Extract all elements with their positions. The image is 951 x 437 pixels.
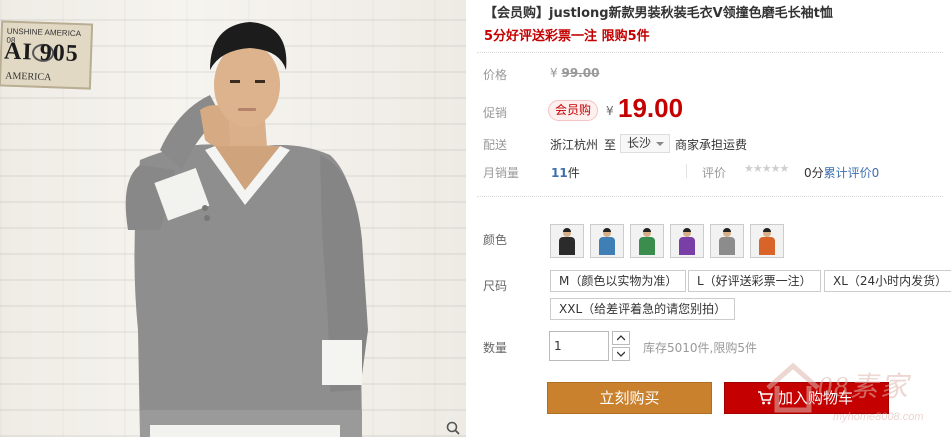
swatch-thumbnail	[719, 228, 735, 255]
color-label: 颜色	[483, 233, 508, 247]
add-to-cart-button[interactable]: 加入购物车	[724, 382, 889, 414]
total-reviews-link[interactable]: 累计评价0	[824, 166, 880, 180]
destination-city-value: 长沙	[627, 136, 652, 150]
price-label: 价格	[483, 68, 508, 82]
chevron-down-icon	[617, 351, 625, 357]
ship-to-word: 至	[604, 138, 617, 152]
swatch-thumbnail	[599, 228, 615, 255]
shipping-label: 配送	[483, 138, 508, 152]
color-swatch-gray[interactable]	[710, 224, 744, 258]
color-swatch-purple[interactable]	[670, 224, 704, 258]
divider	[686, 164, 687, 178]
size-option-m[interactable]: M（颜色以实物为准）	[550, 270, 687, 292]
destination-city-select[interactable]: 长沙	[620, 134, 671, 153]
shipping-fee-note: 商家承担运费	[675, 138, 748, 152]
model-figure	[125, 22, 368, 437]
color-swatch-orange[interactable]	[750, 224, 784, 258]
color-swatch-blue[interactable]	[590, 224, 624, 258]
rating-label: 评价	[702, 166, 727, 180]
vip-badge: 会员购	[548, 100, 599, 121]
color-swatch-black[interactable]	[550, 224, 584, 258]
rating-score: 0分	[804, 166, 824, 180]
sales-count: 11	[551, 166, 568, 180]
chevron-up-icon	[617, 335, 625, 341]
currency-symbol: ¥	[606, 104, 614, 118]
buy-now-button[interactable]: 立刻购买	[547, 382, 712, 414]
divider	[477, 52, 943, 53]
size-option-xl[interactable]: XL（24小时内发货）	[824, 270, 951, 292]
size-label: 尺码	[483, 279, 508, 293]
product-info-panel: 【会员购】justlong新款男装秋装毛衣V领撞色磨毛长袖t恤 5分好评送彩票一…	[477, 0, 951, 437]
zoom-icon[interactable]	[446, 421, 460, 435]
swatch-sweater	[559, 237, 575, 255]
swatch-sweater	[679, 237, 695, 255]
swatch-sweater	[759, 237, 775, 255]
swatch-thumbnail	[639, 228, 655, 255]
cart-icon	[758, 391, 773, 405]
swatch-hair	[763, 228, 771, 232]
swatch-thumbnail	[559, 228, 575, 255]
swatch-sweater	[719, 237, 735, 255]
quantity-increase-button[interactable]	[612, 331, 630, 345]
color-swatch-green[interactable]	[630, 224, 664, 258]
currency-symbol: ¥	[550, 66, 558, 80]
divider	[477, 196, 943, 197]
product-image[interactable]: UNSHINE AMERICA 08 AI 905 AMERICA	[0, 0, 466, 437]
swatch-thumbnail	[759, 228, 775, 255]
promotion-price: 19.00	[618, 93, 684, 123]
product-title: 【会员购】justlong新款男装秋装毛衣V领撞色磨毛长袖t恤	[484, 6, 833, 21]
swatch-hair	[563, 228, 571, 232]
stock-info: 库存5010件,限购5件	[643, 341, 757, 355]
swatch-thumbnail	[679, 228, 695, 255]
chevron-down-icon	[656, 142, 665, 146]
swatch-hair	[723, 228, 731, 232]
promotion-label: 促销	[483, 106, 508, 120]
sales-unit: 件	[567, 166, 580, 180]
size-option-xxl[interactable]: XXL（给差评着急的请您别拍）	[550, 298, 736, 320]
swatch-hair	[643, 228, 651, 232]
swatch-sweater	[639, 237, 655, 255]
quantity-label: 数量	[483, 341, 508, 355]
ship-from-location: 浙江杭州	[550, 138, 599, 152]
original-price: ¥ 99.00	[550, 66, 599, 80]
monthly-sales-value: 11件	[551, 164, 580, 181]
swatch-sweater	[599, 237, 615, 255]
total-reviews-label: 累计评价	[823, 166, 872, 180]
quantity-input[interactable]	[549, 331, 609, 361]
total-reviews-count: 0	[871, 166, 880, 180]
size-option-l[interactable]: L（好评送彩票一注）	[688, 270, 821, 292]
monthly-sales-label: 月销量	[483, 166, 520, 180]
add-to-cart-label: 加入购物车	[778, 389, 854, 407]
rating-stars-icon: ★★★★★	[744, 162, 789, 175]
promo-text: 5分好评送彩票一注 限购5件	[484, 29, 650, 44]
rating-summary: 0分累计评价0	[804, 164, 879, 181]
swatch-hair	[603, 228, 611, 232]
original-price-value: 99.00	[561, 66, 600, 80]
swatch-hair	[683, 228, 691, 232]
quantity-decrease-button[interactable]	[612, 347, 630, 361]
